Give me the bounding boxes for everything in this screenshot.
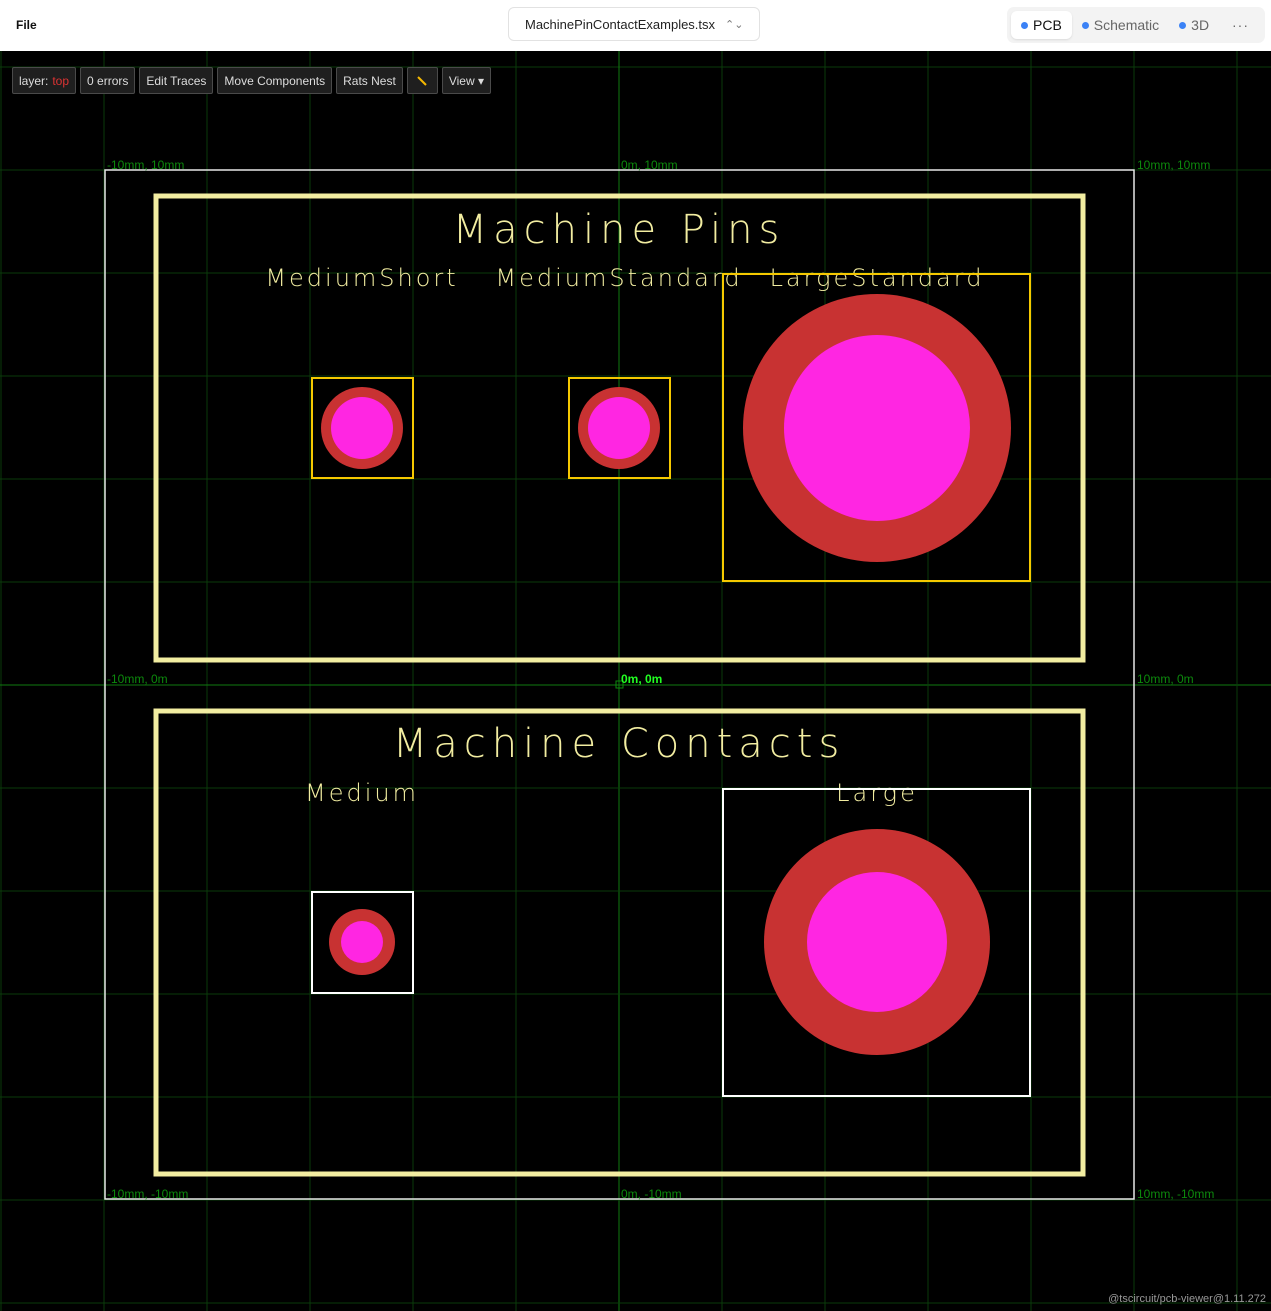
chevron-up-down-icon: ⌃⌄: [725, 18, 744, 31]
plated-hole: [341, 921, 383, 963]
coord-label: -10mm, 0m: [107, 672, 168, 686]
view-tabs: PCB Schematic 3D ···: [1007, 7, 1265, 43]
layer-label: layer:: [19, 73, 49, 88]
layer-value: top: [52, 73, 70, 88]
coord-label: -10mm, -10mm: [107, 1187, 188, 1201]
dot-icon: [1179, 21, 1187, 29]
plated-hole: [807, 872, 947, 1012]
top-bar: File MachinePinContactExamples.tsx ⌃⌄ PC…: [0, 0, 1271, 51]
pcb-toolbar: layer: top 0 errors Edit Traces Move Comp…: [12, 67, 491, 94]
contacts-title: Machine Contacts: [393, 721, 846, 767]
pcb-canvas[interactable]: -10mm, 10mm 0m, 10mm 10mm, 10mm -10mm, 0…: [0, 51, 1271, 1311]
layer-button[interactable]: layer: top: [12, 67, 77, 94]
contact-label: Medium: [305, 779, 419, 807]
coord-label: 10mm, -10mm: [1137, 1187, 1214, 1201]
tab-pcb[interactable]: PCB: [1011, 11, 1072, 39]
tab-3d[interactable]: 3D: [1169, 11, 1219, 39]
rats-nest-button[interactable]: Rats Nest: [336, 67, 403, 94]
pin-label: LargeStandard: [770, 264, 985, 292]
errors-button[interactable]: 0 errors: [80, 67, 136, 94]
contact-label: Large: [836, 779, 918, 807]
more-icon[interactable]: ···: [1232, 17, 1249, 33]
tab-label: PCB: [1033, 17, 1062, 33]
version-label: @tscircuit/pcb-viewer@1.11.272: [1108, 1293, 1266, 1305]
plated-hole: [784, 335, 970, 521]
plated-hole: [588, 397, 650, 459]
pins-title: Machine Pins: [453, 207, 786, 253]
coord-label: 0m, -10mm: [621, 1187, 682, 1201]
tab-label: Schematic: [1093, 17, 1160, 33]
tab-label: 3D: [1191, 17, 1210, 33]
file-selector[interactable]: MachinePinContactExamples.tsx ⌃⌄: [508, 7, 760, 41]
dot-icon: [1081, 21, 1089, 29]
file-menu[interactable]: File: [16, 18, 37, 32]
pin-label: MediumShort: [265, 264, 458, 292]
edit-traces-button[interactable]: Edit Traces: [139, 67, 214, 94]
coord-label: 10mm, 0m: [1137, 672, 1194, 686]
coord-label: -10mm, 10mm: [107, 158, 184, 172]
ruler-icon: [417, 75, 428, 86]
coord-label: 10mm, 10mm: [1137, 158, 1210, 172]
dot-icon: [1021, 21, 1028, 29]
move-components-button[interactable]: Move Components: [217, 67, 333, 94]
tab-schematic[interactable]: Schematic: [1072, 11, 1169, 39]
measure-button[interactable]: [406, 67, 438, 94]
file-name: MachinePinContactExamples.tsx: [525, 16, 716, 32]
view-menu-button[interactable]: View ▾: [441, 67, 491, 94]
plated-hole: [331, 397, 393, 459]
coord-label: 0m, 10mm: [621, 158, 678, 172]
coord-label: 0m, 0m: [621, 672, 662, 686]
pin-label: MediumStandard: [495, 264, 742, 292]
